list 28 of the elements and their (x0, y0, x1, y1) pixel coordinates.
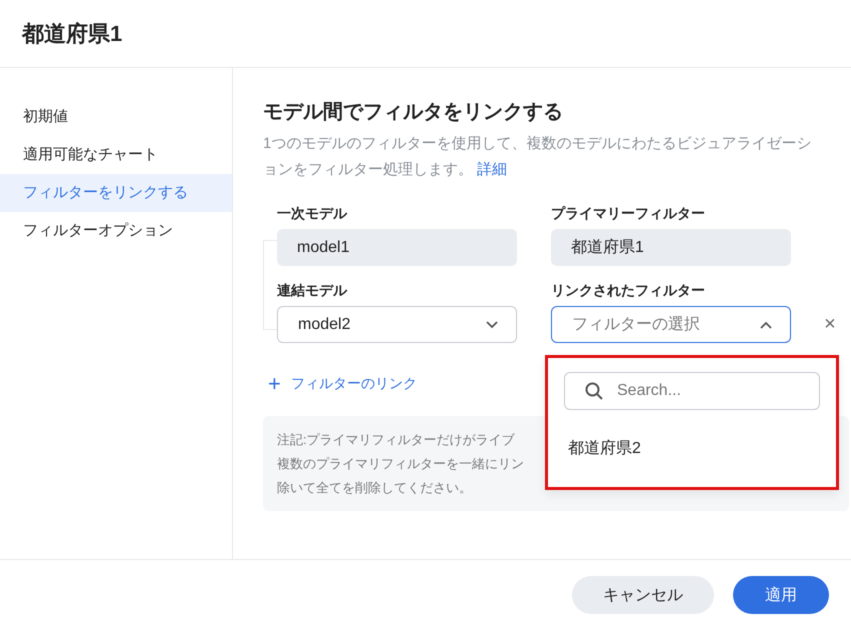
search-icon (584, 381, 604, 401)
field-label: リンクされたフィルター (551, 282, 706, 300)
section-title: モデル間でフィルタをリンクする (263, 100, 564, 125)
chevron-down-icon (486, 320, 498, 328)
field-label: 連結モデル (277, 282, 348, 300)
section-description: 1つのモデルのフィルターを使用して、複数のモデルにわたるビジュアライゼーションをフィルター処理します。 詳細 (263, 134, 812, 180)
sidebar-item[interactable]: 初期値 (0, 98, 232, 136)
note-text: 複数のプライマリフィルターを一緒にリン (277, 455, 524, 473)
details-link[interactable]: 詳細 (477, 161, 508, 178)
sidebar-item[interactable]: 適用可能なチャート (0, 136, 232, 174)
model-field: model1 (277, 229, 517, 266)
cancel-button[interactable]: キャンセル (572, 576, 714, 614)
note-text: 注記:プライマリフィルターだけがライブ (277, 431, 515, 449)
apply-button[interactable]: 適用 (733, 576, 829, 614)
dialog-title: 都道府県1 (22, 20, 122, 48)
field-label: 一次モデル (277, 205, 348, 223)
sidebar-item[interactable]: フィルターをリンクする (0, 174, 232, 212)
model-dropdown[interactable]: model2 (277, 306, 517, 343)
chevron-up-icon (760, 320, 772, 328)
search-field[interactable]: Search... (564, 372, 820, 410)
sidebar-item[interactable]: フィルターオプション (0, 212, 232, 250)
link-filter-button[interactable]: + フィルターのリンク (268, 373, 417, 395)
note-text: 除いて全てを削除してください。 (277, 479, 472, 497)
filter-dropdown[interactable]: フィルターの選択 (551, 306, 791, 343)
filter-field: 都道府県1 (551, 229, 791, 266)
remove-button[interactable]: × (811, 306, 849, 343)
dropdown-option[interactable]: 都道府県2 (564, 438, 820, 459)
field-label: プライマリーフィルター (551, 205, 706, 223)
